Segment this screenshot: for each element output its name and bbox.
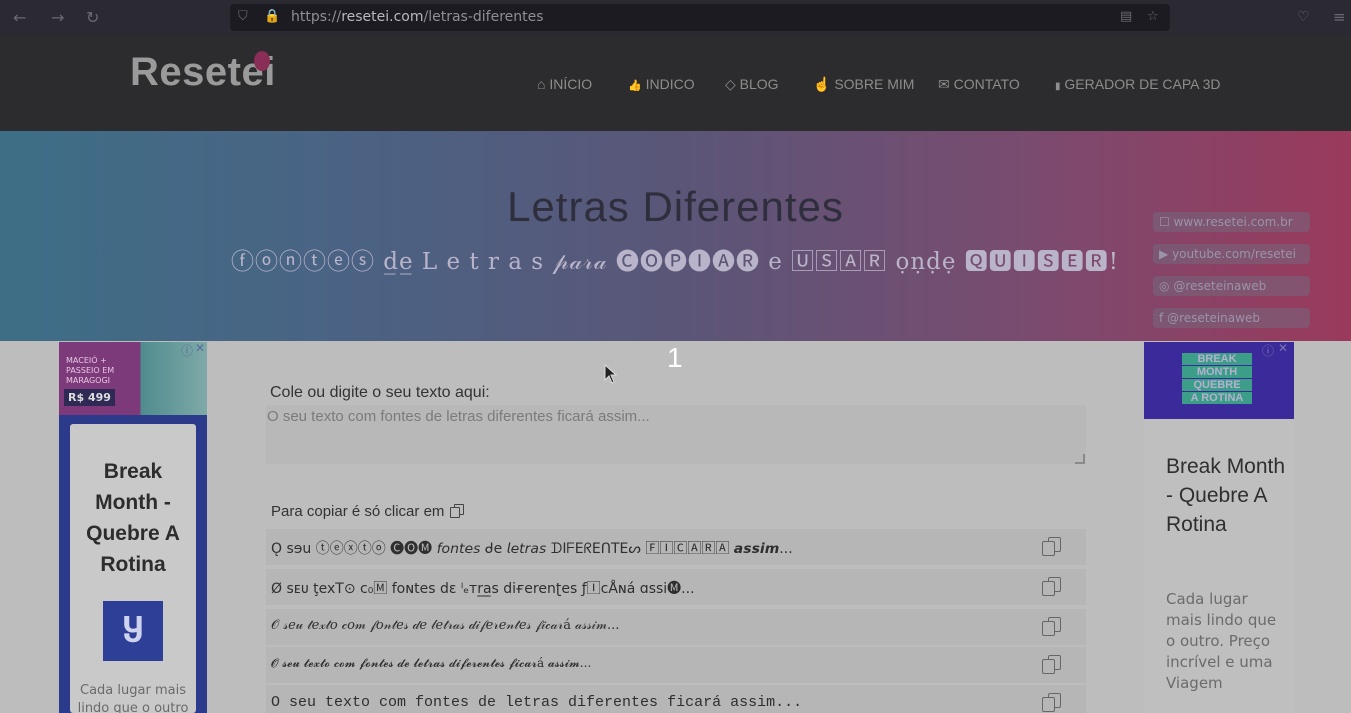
ad-left-desc: Cada lugar mais lindo que o outro bbox=[77, 683, 189, 713]
ad-left-title: Break Month - Quebre A Rotina bbox=[86, 460, 180, 576]
ad-right-desc: Cada lugar mais lindo que o outro. Preço… bbox=[1166, 590, 1277, 692]
site-logo[interactable]: Resetei bbox=[130, 50, 276, 95]
ad-right[interactable]: BREAK MONTH QUEBRE A ROTINA ⓘ ✕ Break Mo… bbox=[1144, 341, 1294, 713]
ad-left-card[interactable]: Break Month - Quebre A Rotina Ⴘ Cada lug… bbox=[70, 424, 196, 713]
diamond-icon: ◇ bbox=[725, 76, 736, 92]
result-row[interactable]: Ø ꜱᴇᴜ ţexT⊙ c₀🄼 foɴtes dɛ ˡₑᴛr̲a̲s diғer… bbox=[266, 569, 1086, 605]
result-text[interactable]: Ǫ sɘu ⓣⓔⓧⓣⓞ 🅒🅞🅜 𝘧𝘰𝘯𝘵𝘦𝘴 ᑯe 𝘭𝘦𝘵𝘳𝘢𝘴 ᗪIᖴEᖇEᑎ… bbox=[271, 538, 793, 558]
ad-left[interactable]: MACEIÓ + PASSEIO EM MARAGOGI R$ 499 ⓘ ✕ … bbox=[59, 341, 207, 713]
instagram-icon: ◎ bbox=[1159, 279, 1170, 293]
copy-button-icon[interactable] bbox=[1042, 655, 1062, 675]
book-icon: ▮ bbox=[1055, 81, 1061, 92]
envelope-icon: ✉ bbox=[938, 76, 950, 92]
social-link-instagram[interactable]: ◎ @reseteinaweb bbox=[1153, 276, 1310, 296]
url-text[interactable]: https://resetei.com/letras-diferentes bbox=[291, 9, 544, 25]
back-icon[interactable]: ← bbox=[13, 8, 26, 27]
ad-left-banner-text: MACEIÓ + PASSEIO EM MARAGOGI bbox=[66, 356, 115, 385]
reload-icon[interactable]: ↻ bbox=[86, 8, 99, 27]
hand-pointer-icon: ☝ bbox=[813, 76, 831, 92]
ad-close-icon[interactable]: ✕ bbox=[1278, 341, 1288, 355]
ad-right-title: Break Month - Quebre A Rotina bbox=[1166, 455, 1286, 536]
browser-toolbar: ← → ↻ ⛉ 🔒 https://resetei.com/letras-dif… bbox=[0, 0, 1351, 36]
nav-item-indico[interactable]: 👍 INDICO bbox=[628, 76, 695, 92]
copy-hint: Para copiar é só clicar em bbox=[271, 503, 465, 520]
forward-icon[interactable]: → bbox=[51, 8, 64, 27]
mouse-cursor-icon bbox=[604, 364, 618, 384]
copy-button-icon[interactable] bbox=[1042, 693, 1062, 713]
slide-counter: 1 bbox=[667, 342, 683, 373]
shield-icon[interactable]: ⛉ bbox=[238, 9, 248, 24]
social-link-facebook[interactable]: f @reseteinaweb bbox=[1153, 308, 1310, 328]
input-label: Cole ou digite o seu texto aqui: bbox=[270, 384, 490, 401]
youtube-icon: ▶ bbox=[1159, 247, 1169, 261]
nav-item-contato[interactable]: ✉ CONTATO bbox=[938, 76, 1020, 93]
copy-icon bbox=[449, 504, 465, 518]
hamburger-menu-icon[interactable]: ≡ bbox=[1333, 8, 1346, 26]
copy-button-icon[interactable] bbox=[1042, 617, 1062, 637]
logo-pin-icon bbox=[254, 51, 270, 71]
copy-button-icon[interactable] bbox=[1042, 537, 1062, 557]
result-text[interactable]: Ø ꜱᴇᴜ ţexT⊙ c₀🄼 foɴtes dɛ ˡₑᴛr̲a̲s diғer… bbox=[271, 578, 695, 598]
nav-item-sobre-mim[interactable]: ☝ SOBRE MIM bbox=[813, 76, 914, 93]
chat-icon: ☐ bbox=[1159, 215, 1170, 229]
lock-icon[interactable]: 🔒 bbox=[264, 9, 280, 24]
result-text[interactable]: 𝒪 𝓈𝑒𝓊 𝓉𝑒𝓍𝓉𝑜 𝒸𝑜𝓂 𝒻𝑜𝓃𝓉𝑒𝓈 𝒹𝑒 𝓁𝑒𝓉𝓇𝒶𝓈 𝒹𝒾𝒻𝑒𝓇𝑒𝓃… bbox=[271, 618, 619, 633]
ad-info-icon[interactable]: ⓘ bbox=[181, 342, 193, 359]
thumbs-up-icon: 👍 bbox=[628, 80, 642, 92]
site-header: Resetei ⌂ INÍCIO 👍 INDICO ◇ BLOG ☝ SOBRE… bbox=[0, 36, 1351, 131]
facebook-icon: f bbox=[1159, 311, 1164, 325]
home-icon: ⌂ bbox=[537, 76, 546, 92]
bookmark-star-icon[interactable]: ☆ bbox=[1147, 9, 1159, 24]
nav-item-inicio[interactable]: ⌂ INÍCIO bbox=[537, 76, 592, 92]
ad-right-banner-text: BREAK MONTH QUEBRE A ROTINA bbox=[1182, 352, 1252, 405]
result-row[interactable]: O seu texto com fontes de letras diferen… bbox=[266, 685, 1086, 713]
text-input[interactable] bbox=[266, 405, 1086, 464]
ad-brand-logo-icon: Ⴘ bbox=[103, 601, 163, 661]
pocket-icon[interactable]: ♡ bbox=[1297, 9, 1310, 25]
ad-close-icon[interactable]: ✕ bbox=[195, 341, 205, 355]
page-title: Letras Diferentes bbox=[507, 183, 844, 230]
ad-left-price: R$ 499 bbox=[64, 389, 115, 406]
address-bar[interactable]: ⛉ 🔒 https://resetei.com/letras-diferente… bbox=[230, 4, 1170, 31]
page-subtitle: ⓕⓞⓝⓣⓔⓢ d̲e̲ L e t r a s 𝓅𝒶𝓇𝒶 🅒🅞🅟🅘🅐🅡 e 🅄🅂… bbox=[230, 249, 1120, 275]
result-row[interactable]: 𝒪 𝓈𝑒𝓊 𝓉𝑒𝓍𝓉𝑜 𝒸𝑜𝓂 𝒻𝑜𝓃𝓉𝑒𝓈 𝒹𝑒 𝓁𝑒𝓉𝓇𝒶𝓈 𝒹𝒾𝒻𝑒𝓇𝑒𝓃… bbox=[266, 609, 1086, 645]
nav-item-gerador-capa[interactable]: ▮ GERADOR DE CAPA 3D bbox=[1055, 76, 1221, 92]
social-link-website[interactable]: ☐ www.resetei.com.br bbox=[1153, 212, 1310, 232]
result-text[interactable]: O seu texto com fontes de letras diferen… bbox=[271, 694, 802, 711]
copy-button-icon[interactable] bbox=[1042, 577, 1062, 597]
social-link-youtube[interactable]: ▶ youtube.com/resetei bbox=[1153, 244, 1310, 264]
reader-view-icon[interactable]: ▤ bbox=[1120, 9, 1132, 24]
ad-info-icon[interactable]: ⓘ bbox=[1262, 342, 1274, 359]
hero-banner: Letras Diferentes ⓕⓞⓝⓣⓔⓢ d̲e̲ L e t r a … bbox=[0, 131, 1351, 341]
result-text[interactable]: 𝓞 𝓼𝓮𝓾 𝓽𝓮𝔁𝓽𝓸 𝓬𝓸𝓶 𝓯𝓸𝓷𝓽𝓮𝓼 𝓭𝓮 𝓵𝓮𝓽𝓻𝓪𝓼 𝓭𝓲𝓯𝓮𝓻𝓮𝓷… bbox=[271, 656, 591, 671]
nav-item-blog[interactable]: ◇ BLOG bbox=[725, 76, 779, 93]
result-row[interactable]: 𝓞 𝓼𝓮𝓾 𝓽𝓮𝔁𝓽𝓸 𝓬𝓸𝓶 𝓯𝓸𝓷𝓽𝓮𝓼 𝓭𝓮 𝓵𝓮𝓽𝓻𝓪𝓼 𝓭𝓲𝓯𝓮𝓻𝓮𝓷… bbox=[266, 647, 1086, 683]
result-row[interactable]: Ǫ sɘu ⓣⓔⓧⓣⓞ 🅒🅞🅜 𝘧𝘰𝘯𝘵𝘦𝘴 ᑯe 𝘭𝘦𝘵𝘳𝘢𝘴 ᗪIᖴEᖇEᑎ… bbox=[266, 529, 1086, 565]
resize-handle-icon[interactable] bbox=[1075, 454, 1085, 464]
